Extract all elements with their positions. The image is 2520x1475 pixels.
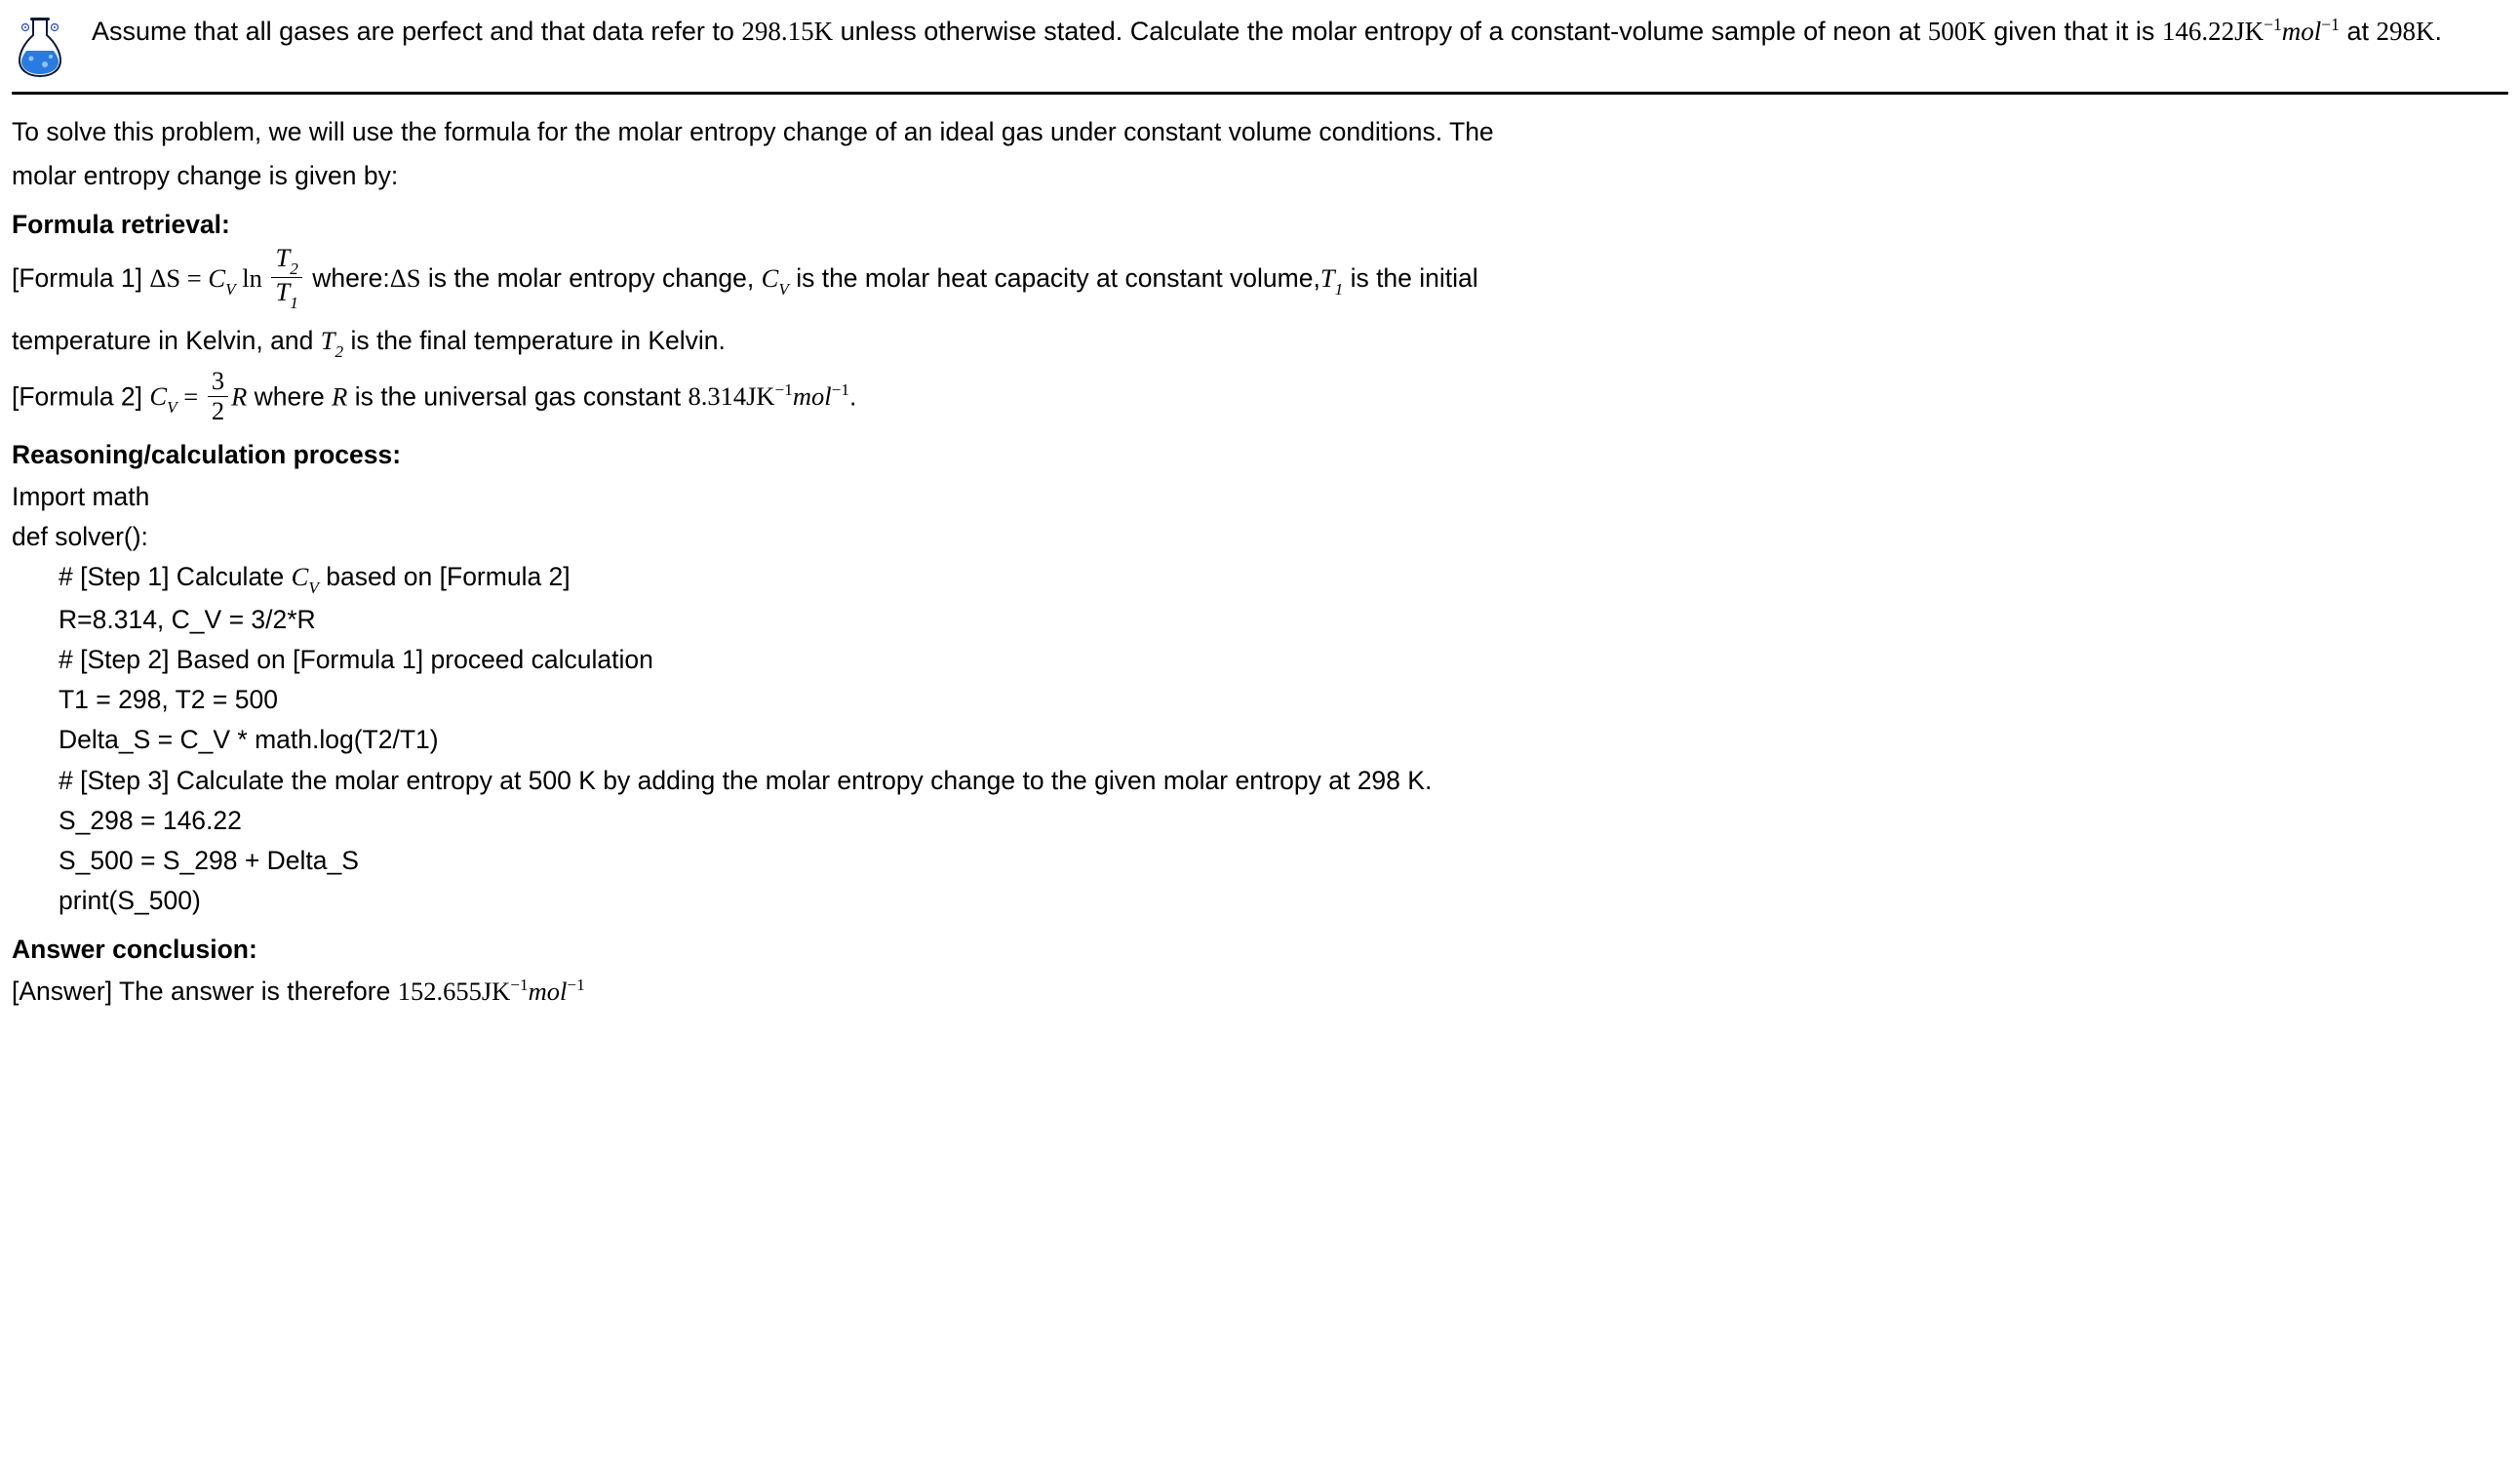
desc-2: is the molar heat capacity at constant v… — [789, 263, 1320, 293]
header-divider — [12, 92, 2508, 95]
fraction-t2-t1: T2T1 — [271, 245, 301, 311]
r-var-1: R — [231, 381, 247, 411]
f1-l2-suffix: is the final temperature in Kelvin. — [343, 326, 726, 355]
flask-icon — [12, 14, 68, 78]
q-temp-1: 298.15K — [741, 17, 833, 46]
formula-2-label: [Formula 2] — [12, 381, 149, 411]
question-text: Assume that all gases are perfect and th… — [92, 12, 2508, 53]
question-header: Assume that all gases are perfect and th… — [12, 12, 2508, 92]
where-prefix: where: — [305, 263, 390, 293]
code-line-4: R=8.314, C_V = 3/2*R — [12, 600, 2508, 640]
desc-1: is the molar entropy change, — [421, 263, 762, 293]
r-value: 8.314JK−1mol−1 — [688, 381, 848, 411]
q-part-3: constant-volume sample of neon at — [1511, 17, 1928, 46]
code-line-1: Import math — [12, 477, 2508, 517]
q-value-1: 146.22JK−1mol−1 — [2162, 17, 2340, 46]
ln-op: ln — [236, 263, 269, 293]
q-period: . — [2434, 17, 2442, 46]
code-step-1: # [Step 1] Calculate CV based on [Formul… — [12, 557, 2508, 600]
q-temp-2: 500K — [1928, 17, 1987, 46]
code-line-8: # [Step 3] Calculate the molar entropy a… — [12, 761, 2508, 801]
q-part-2: unless otherwise stated. Calculate the m… — [833, 17, 1503, 46]
r-var-2: R — [332, 381, 347, 411]
intro-line-2: molar entropy change is given by: — [12, 156, 2508, 196]
cv-1: CV — [208, 263, 235, 293]
t2-var: T2 — [321, 326, 343, 355]
code-line-9: S_298 = 146.22 — [12, 801, 2508, 841]
formula-1-line-2: temperature in Kelvin, and T2 is the fin… — [12, 317, 2508, 366]
code-line-10: S_500 = S_298 + Delta_S — [12, 841, 2508, 881]
equals-1: = — [180, 263, 208, 293]
equals-2: = — [177, 381, 205, 411]
r-desc: is the universal gas constant — [347, 381, 688, 411]
answer-value: 152.655JK−1mol−1 — [398, 977, 585, 1006]
heading-reasoning: Reasoning/calculation process: — [12, 436, 2508, 475]
q-temp-3: 298K — [2376, 17, 2434, 46]
code-line-2: def solver(): — [12, 517, 2508, 557]
intro-line-1: To solve this problem, we will use the f… — [12, 112, 2508, 152]
cv-2: CV — [762, 263, 789, 293]
formula-1-line-1: [Formula 1] ΔS = CV ln T2T1 where:ΔS is … — [12, 247, 2508, 313]
f1-l2-prefix: temperature in Kelvin, and — [12, 326, 321, 355]
cv-3: CV — [149, 381, 177, 411]
code-line-7: Delta_S = C_V * math.log(T2/T1) — [12, 720, 2508, 760]
delta-s-2: ΔS — [390, 263, 421, 293]
answer-prefix: [Answer] The answer is therefore — [12, 977, 398, 1006]
f2-period: . — [849, 381, 856, 411]
heading-formula-retrieval: Formula retrieval: — [12, 206, 2508, 245]
code-line-5: # [Step 2] Based on [Formula 1] proceed … — [12, 640, 2508, 680]
heading-answer-conclusion: Answer conclusion: — [12, 931, 2508, 970]
q-part-5: at — [2340, 17, 2377, 46]
q-part-1: Assume that all gases are perfect and th… — [92, 17, 741, 46]
code-line-6: T1 = 298, T2 = 500 — [12, 680, 2508, 720]
formula-1-label: [Formula 1] — [12, 263, 149, 293]
delta-s-lhs: ΔS — [149, 263, 180, 293]
code-line-11: print(S_500) — [12, 881, 2508, 921]
where-2: where — [247, 381, 332, 411]
code-block: Import math def solver(): # [Step 1] Cal… — [12, 477, 2508, 921]
fraction-3-2: 32 — [208, 368, 228, 425]
t1-desc: is the initial — [1343, 263, 1477, 293]
formula-2-line: [Formula 2] CV = 32R where R is the univ… — [12, 370, 2508, 427]
t1-var: T1 — [1320, 263, 1343, 293]
answer-line: [Answer] The answer is therefore 152.655… — [12, 972, 2508, 1012]
q-part-4: given that it is — [1987, 17, 2162, 46]
